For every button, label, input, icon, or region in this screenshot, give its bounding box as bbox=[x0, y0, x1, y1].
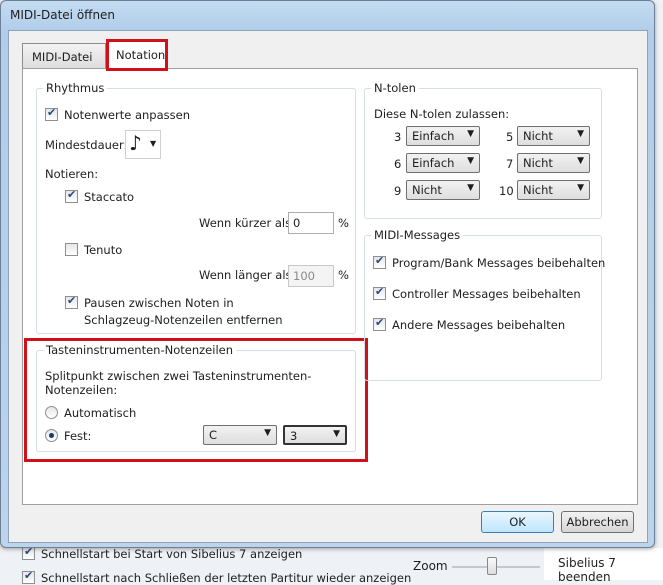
laenger-input[interactable]: 100 bbox=[288, 265, 334, 287]
checkbox-notenwerte[interactable]: Notenwerte anpassen bbox=[45, 106, 190, 122]
chevron-down-icon: ▼ bbox=[150, 139, 157, 148]
percent-label: % bbox=[338, 216, 349, 230]
ntole-7-label: 7 bbox=[506, 157, 514, 171]
laenger-label: Wenn länger als: bbox=[199, 268, 296, 282]
chevron-down-icon: ▼ bbox=[467, 129, 474, 139]
ntole-6-label: 6 bbox=[394, 157, 402, 171]
chevron-down-icon: ▼ bbox=[577, 129, 584, 139]
tab-midi-datei[interactable]: MIDI-Datei bbox=[22, 43, 106, 69]
notieren-label: Notieren: bbox=[45, 167, 99, 181]
ntole-5-dropdown[interactable]: Nicht ▼ bbox=[517, 126, 590, 146]
ntole-3-label: 3 bbox=[394, 130, 402, 144]
kuerzer-input[interactable]: 0 bbox=[288, 212, 334, 234]
dialog-title: MIDI-Datei öffnen bbox=[10, 8, 116, 22]
checkbox-controller[interactable]: Controller Messages beibehalten bbox=[373, 285, 581, 301]
chevron-down-icon: ▼ bbox=[467, 156, 474, 166]
pausen-label-line2: Schlagzeug-Notenzeilen entfernen bbox=[84, 313, 283, 327]
chevron-down-icon: ▼ bbox=[577, 156, 584, 166]
chevron-down-icon: ▼ bbox=[577, 183, 584, 193]
checkbox-tenuto[interactable]: Tenuto bbox=[65, 242, 122, 257]
eighth-note-icon: ♪ bbox=[129, 131, 142, 155]
zoom-slider-thumb[interactable] bbox=[487, 557, 497, 575]
checkbox-pausen[interactable]: Pausen zwischen Noten in bbox=[65, 294, 234, 310]
ntole-6-dropdown[interactable]: Einfach ▼ bbox=[406, 153, 480, 173]
chevron-down-icon: ▼ bbox=[467, 183, 474, 193]
ntole-10-label: 10 bbox=[499, 184, 514, 198]
checkbox-program-bank[interactable]: Program/Bank Messages beibehalten bbox=[373, 254, 605, 270]
checkbox-andere[interactable]: Andere Messages beibehalten bbox=[373, 316, 565, 332]
group-title: N-tolen bbox=[371, 81, 419, 95]
kuerzer-label: Wenn kürzer als: bbox=[199, 216, 295, 230]
ntole-9-dropdown[interactable]: Nicht ▼ bbox=[406, 180, 480, 200]
quit-button[interactable]: Sibelius 7 beenden bbox=[544, 548, 663, 584]
group-title: Rhythmus bbox=[43, 81, 108, 95]
group-title: MIDI-Messages bbox=[371, 228, 464, 242]
cancel-button[interactable]: Abbrechen bbox=[561, 511, 634, 533]
ok-button[interactable]: OK bbox=[481, 511, 554, 533]
ntole-9-label: 9 bbox=[394, 184, 402, 198]
zoom-label: Zoom bbox=[413, 559, 448, 573]
mindestdauer-dropdown[interactable]: ♪ ▼ bbox=[125, 130, 161, 159]
ntole-7-dropdown[interactable]: Nicht ▼ bbox=[517, 153, 590, 173]
bg-checkbox-schnellstart-start[interactable]: Schnellstart bei Start von Sibelius 7 an… bbox=[22, 545, 302, 561]
ntole-3-dropdown[interactable]: Einfach ▼ bbox=[406, 126, 480, 146]
percent-label: % bbox=[338, 268, 349, 282]
highlight-box-tasten bbox=[24, 338, 368, 462]
checkbox-staccato[interactable]: Staccato bbox=[65, 188, 134, 204]
bg-checkbox-schnellstart-close[interactable]: Schnellstart nach Schließen der letzten … bbox=[22, 569, 411, 585]
highlight-box-tab bbox=[106, 39, 168, 71]
ntole-10-dropdown[interactable]: Nicht ▼ bbox=[517, 180, 590, 200]
mindestdauer-label: Mindestdauer: bbox=[45, 138, 128, 152]
ntolen-desc: Diese N-tolen zulassen: bbox=[374, 107, 510, 121]
ntole-5-label: 5 bbox=[506, 130, 514, 144]
